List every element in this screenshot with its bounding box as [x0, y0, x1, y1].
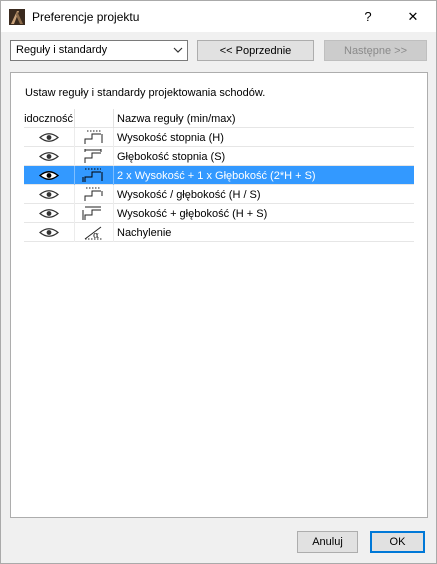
stair-sum-icon: [82, 206, 101, 220]
rule-name: Wysokość / głębokość (H / S): [117, 189, 261, 201]
close-button[interactable]: ✕: [391, 1, 435, 32]
stair-formula-icon: [82, 168, 103, 182]
rule-name: Głębokość stopnia (S): [117, 151, 226, 163]
table-row[interactable]: α Nachylenie: [24, 223, 414, 242]
panel-description: Ustaw reguły i standardy projektowania s…: [25, 87, 266, 99]
help-button[interactable]: ?: [346, 1, 390, 32]
eye-icon[interactable]: [38, 226, 60, 239]
previous-button[interactable]: << Poprzednie: [197, 40, 314, 61]
preferences-dialog: Preferencje projektu ? ✕ Reguły i standa…: [0, 0, 437, 564]
rules-table: Widoczność Nazwa reguły (min/max) Wysoko…: [24, 109, 414, 242]
table-header: Widoczność Nazwa reguły (min/max): [24, 109, 414, 128]
table-row[interactable]: Wysokość stopnia (H): [24, 128, 414, 147]
slope-angle-icon: α: [84, 226, 102, 241]
next-button[interactable]: Następne >>: [324, 40, 427, 61]
eye-icon[interactable]: [38, 188, 60, 201]
eye-icon[interactable]: [38, 150, 60, 163]
column-header-visibility[interactable]: Widoczność: [24, 113, 73, 125]
column-divider[interactable]: [113, 109, 114, 128]
table-row[interactable]: Wysokość / głębokość (H / S): [24, 185, 414, 204]
stair-ratio-icon: [84, 187, 103, 201]
eye-icon[interactable]: [38, 169, 60, 182]
stair-height-icon: [84, 130, 103, 144]
svg-text:α: α: [93, 231, 99, 241]
cancel-button[interactable]: Anuluj: [297, 531, 358, 553]
category-select-value: Reguły i standardy: [16, 44, 108, 56]
category-select[interactable]: Reguły i standardy: [10, 40, 188, 61]
column-divider[interactable]: [74, 109, 75, 128]
rule-name: 2 x Wysokość + 1 x Głębokość (2*H + S): [117, 170, 316, 182]
column-header-name[interactable]: Nazwa reguły (min/max): [117, 113, 236, 125]
table-row[interactable]: 2 x Wysokość + 1 x Głębokość (2*H + S): [24, 166, 414, 185]
app-icon: [9, 9, 25, 25]
rules-panel: Ustaw reguły i standardy projektowania s…: [10, 72, 428, 518]
title-bar: Preferencje projektu ? ✕: [1, 1, 436, 32]
table-row[interactable]: Głębokość stopnia (S): [24, 147, 414, 166]
window-title: Preferencje projektu: [32, 10, 140, 24]
stair-depth-icon: [84, 149, 102, 163]
rule-name: Nachylenie: [117, 227, 172, 239]
eye-icon[interactable]: [38, 131, 60, 144]
table-row[interactable]: Wysokość + głębokość (H + S): [24, 204, 414, 223]
chevron-down-icon: [173, 47, 183, 53]
ok-button[interactable]: OK: [370, 531, 425, 553]
rule-name: Wysokość + głębokość (H + S): [117, 208, 268, 220]
rule-name: Wysokość stopnia (H): [117, 132, 224, 144]
eye-icon[interactable]: [38, 207, 60, 220]
